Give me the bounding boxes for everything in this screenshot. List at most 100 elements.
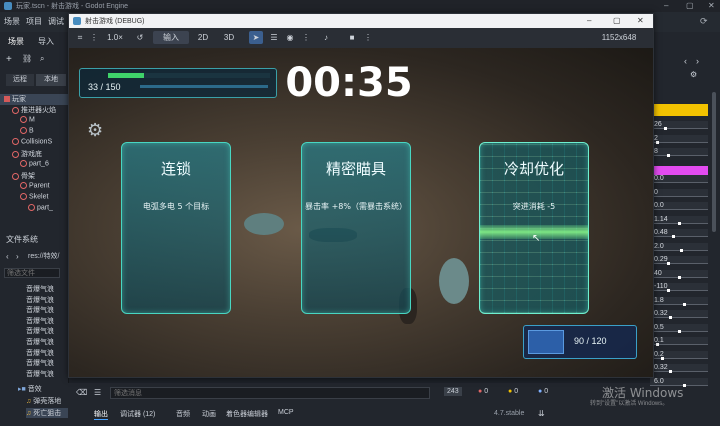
zoom-level[interactable]: 1.0× [103, 31, 127, 44]
bottom-tab[interactable]: MCP [278, 409, 294, 416]
slider-knob[interactable] [669, 316, 673, 319]
slider-knob[interactable] [655, 343, 659, 346]
back-arrow-icon[interactable]: ‹ [6, 252, 9, 261]
history-icon[interactable]: ⟳ [700, 16, 708, 27]
slider-knob[interactable] [666, 289, 670, 292]
more-icon[interactable]: ⋮ [89, 31, 99, 44]
slider-knob[interactable] [683, 302, 686, 306]
file-item[interactable]: 音爆气浪 [26, 316, 68, 326]
file-item[interactable]: 音爆气浪 [26, 305, 68, 315]
slider-knob[interactable] [664, 127, 668, 130]
message-count-badge[interactable]: 243 [444, 387, 462, 396]
bottom-tab[interactable]: 动画 [202, 409, 216, 419]
filesystem-path[interactable]: res://特效/ [28, 251, 66, 261]
inspector-value-field[interactable]: 0.32 [650, 364, 708, 373]
close-icon[interactable]: ✕ [708, 1, 715, 10]
inspector-value-field[interactable]: 8 [650, 148, 708, 157]
inspector-value-field[interactable]: -110 [650, 283, 708, 292]
tab-import[interactable]: 导入 [38, 36, 54, 47]
scene-tree-node[interactable]: 游戏底 [0, 149, 78, 160]
local-button[interactable]: 本地 [36, 74, 66, 86]
add-node-icon[interactable]: + [6, 54, 12, 65]
game-maximize-icon[interactable]: ▢ [613, 16, 621, 25]
inspector-value-field[interactable]: 0.0 [650, 175, 708, 184]
slider-knob[interactable] [677, 329, 681, 333]
game-close-icon[interactable]: ✕ [637, 16, 644, 25]
menu-project[interactable]: 项目 [26, 16, 42, 27]
inspector-value-field[interactable]: 0.0 [650, 202, 708, 211]
clear-icon[interactable]: ⌫ [76, 388, 87, 397]
camera-icon[interactable]: ■ [345, 31, 359, 44]
game-viewport[interactable]: 33 / 150 00:35 ⚙ 连锁 电弧多电 5 个目标 精密瞄具 暴击率 … [69, 48, 653, 377]
inspector-value-field[interactable]: 26 [650, 121, 708, 130]
upgrade-card-precision-scope[interactable]: 精密瞄具 暴击率 +8%（需暴击系统） [301, 142, 411, 314]
menu-debug[interactable]: 调试 [48, 16, 64, 27]
inspector-value-field[interactable]: 0.29 [650, 256, 708, 265]
file-item[interactable]: 音爆气浪 [26, 295, 68, 305]
camera-more-icon[interactable]: ⋮ [363, 31, 373, 44]
bottom-tab[interactable]: 调试器 (12) [120, 409, 155, 419]
scene-tree-node[interactable]: 推进器火焰 [0, 105, 78, 116]
file-item[interactable]: 音爆气浪 [26, 326, 68, 336]
maximize-icon[interactable]: ▢ [686, 1, 694, 10]
inspector-value-field[interactable]: 2.0 [650, 242, 708, 252]
bottom-tab[interactable]: 输出 [94, 409, 108, 420]
file-item[interactable]: 音爆气浪 [26, 284, 68, 294]
bottom-tab[interactable]: 着色器编辑器 [226, 409, 268, 419]
embed-icon[interactable]: ⌗ [73, 31, 87, 44]
inspector-value-field[interactable]: 0.48 [650, 229, 708, 238]
other-count[interactable]: ● 0 [538, 388, 548, 395]
inspector-value-field[interactable]: 1.14 [650, 215, 708, 225]
upgrade-card-cooldown-optimization[interactable]: 冷却优化 突进消耗 -5 ↖ [479, 142, 589, 314]
slider-knob[interactable] [672, 235, 675, 238]
eye-icon[interactable]: ◉ [283, 31, 297, 44]
filter-messages-input[interactable] [110, 387, 430, 399]
file-item[interactable]: 音爆气浪 [26, 358, 68, 368]
settings-gear-icon[interactable]: ⚙ [87, 120, 103, 141]
scene-tree-node[interactable]: CollisionS [0, 138, 78, 149]
game-minimize-icon[interactable]: – [587, 16, 591, 25]
scene-tree-node[interactable]: 骨架 [0, 171, 78, 182]
upgrade-card-chain[interactable]: 连锁 电弧多电 5 个目标 [121, 142, 231, 314]
game-window-title-bar[interactable]: 射击游戏 (DEBUG) – ▢ ✕ [69, 14, 653, 28]
forward-arrow-icon[interactable]: › [16, 252, 19, 261]
file-item[interactable]: 音爆气浪 [26, 369, 68, 379]
inspector-value-field[interactable]: 0.32 [650, 310, 708, 319]
inspector-value-field[interactable]: 0.2 [650, 350, 708, 360]
menu-scene[interactable]: 场景 [4, 16, 20, 27]
audio-file-item[interactable]: ♫ 死亡狙击 [26, 408, 68, 418]
tab-scene[interactable]: 场景 [8, 36, 24, 47]
pin-icon[interactable]: ⇊ [538, 409, 545, 418]
input-toggle[interactable]: 输入 [153, 31, 189, 44]
slider-knob[interactable] [655, 140, 659, 144]
folder-item[interactable]: ▸■ 音效 [18, 384, 68, 394]
slider-knob[interactable] [683, 383, 686, 387]
remote-button[interactable]: 远程 [6, 74, 34, 86]
inspector-value-field[interactable]: 1.8 [650, 296, 708, 306]
file-item[interactable]: 音爆气浪 [26, 348, 68, 358]
slider-knob[interactable] [669, 370, 673, 373]
filter-files-input[interactable] [4, 268, 60, 278]
slider-knob[interactable] [680, 248, 684, 252]
chevron-right-icon[interactable]: › [696, 56, 699, 66]
link-icon[interactable]: ⛓ [22, 54, 32, 63]
inspector-value-field[interactable]: 0 [650, 188, 708, 198]
game-window[interactable]: 射击游戏 (DEBUG) – ▢ ✕ ⌗ ⋮ 1.0× ↺ 输入 2D 3D ➤… [68, 13, 654, 378]
file-item[interactable]: 音爆气浪 [26, 337, 68, 347]
inspector-value-field[interactable]: 0.5 [650, 323, 708, 333]
warning-count[interactable]: ● 0 [508, 388, 518, 395]
slider-knob[interactable] [677, 275, 681, 279]
list-icon[interactable]: ☰ [267, 31, 281, 44]
slider-knob[interactable] [677, 221, 681, 225]
scene-tree-node[interactable]: 玩家 [0, 94, 70, 105]
audio-file-item[interactable]: ♫ 弹壳落地 [26, 396, 68, 406]
reset-icon[interactable]: ↺ [133, 31, 147, 44]
slider-knob[interactable] [661, 356, 664, 360]
inspector-scrollbar[interactable] [712, 92, 716, 232]
inspector-value-field[interactable]: 40 [650, 269, 708, 279]
chevron-left-icon[interactable]: ‹ [684, 56, 687, 66]
bottom-tab[interactable]: 音频 [176, 409, 190, 419]
filter-icon[interactable]: ⚙ [690, 70, 697, 79]
mode-3d-button[interactable]: 3D [219, 31, 239, 44]
slider-knob[interactable] [666, 262, 670, 265]
